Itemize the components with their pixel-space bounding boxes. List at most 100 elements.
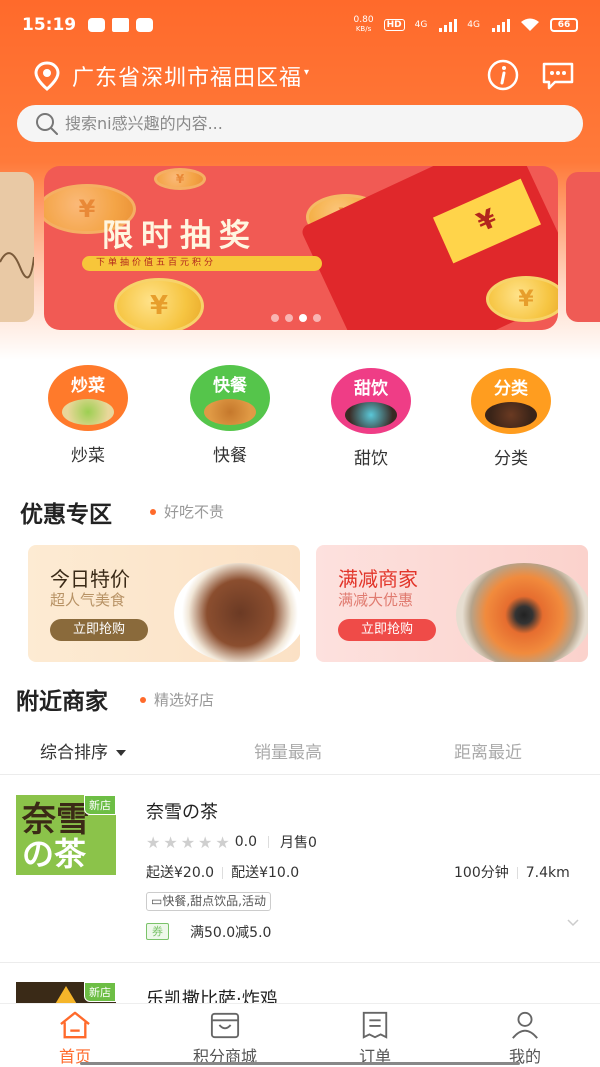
promo-title: 今日特价 (50, 567, 130, 591)
category-label: 分类 (494, 449, 528, 469)
signal-1-icon (439, 18, 458, 32)
monthly-sales: 月售0 (279, 835, 317, 851)
rating-stars: ★ ★ ★ ★ ★ 0.0 月售0 (146, 832, 317, 852)
carousel-dot[interactable] (313, 314, 321, 322)
mall-icon (210, 1012, 240, 1039)
net-speed: 0.80 KB/s (354, 16, 374, 34)
delivery-fee: 配送¥10.0 (231, 865, 300, 881)
hd-badge: HD (383, 19, 405, 31)
bullet-dot (140, 696, 146, 703)
nav-points-mall[interactable]: 积分商城 (150, 1004, 300, 1067)
category-label: 快餐 (213, 446, 247, 466)
min-order: 起送¥20.0 (146, 865, 215, 881)
promo-banner[interactable]: ¥ ¥ ¥ ¥ ¥ ¥ 限时抽奖 下单抽价值五百元积分 (44, 166, 558, 330)
net-speed-unit: KB/s (355, 25, 372, 33)
buy-now-button[interactable]: 立即抢购 (338, 619, 436, 641)
steak-image (174, 563, 300, 662)
banner-subtitle: 下单抽价值五百元积分 (82, 256, 322, 271)
caret-down-icon (116, 750, 126, 756)
nearby-section-subtitle: 精选好店 (140, 689, 214, 710)
banner-prev-slide[interactable] (0, 172, 34, 322)
tag-icon: ▭ (151, 894, 163, 908)
new-shop-badge: 新店 (84, 982, 116, 1002)
delivery-info: 起送¥20.0 配送¥10.0 (146, 862, 299, 882)
shop-logo-text: の茶 (22, 835, 87, 873)
category-badge: 分类 (494, 379, 528, 399)
status-bar: 15:19 0.80 KB/s HD 4G 4G 66 (0, 0, 600, 50)
sort-tab-distance[interactable]: 距离最近 (454, 738, 522, 763)
search-input[interactable] (65, 114, 545, 133)
category-stir-fry[interactable]: 炒菜 炒菜 (38, 365, 138, 466)
coin-decoration: ¥ (154, 168, 206, 190)
subtitle-text: 好吃不贵 (164, 503, 225, 521)
delivery-time: 100分钟 (454, 865, 509, 881)
shop-tags: ▭快餐,甜点饮品,活动 (146, 892, 271, 911)
carousel-dot-active[interactable] (299, 314, 307, 322)
banner-next-slide[interactable] (566, 172, 600, 322)
status-time: 15:19 (22, 15, 77, 35)
battery-icon: 66 (550, 18, 578, 32)
buy-now-button[interactable]: 立即抢购 (50, 619, 148, 641)
search-bar[interactable] (17, 105, 583, 142)
wechat-notification-icon (136, 18, 154, 32)
category-badge: 快餐 (213, 376, 247, 396)
home-indicator (80, 1062, 520, 1065)
nearby-section-title: 附近商家 (16, 689, 108, 715)
notification-icons (88, 18, 154, 32)
sort-tab-label: 综合排序 (40, 743, 108, 763)
food-image (345, 402, 397, 428)
star-icon: ★ (198, 832, 213, 852)
star-icon: ★ (163, 832, 178, 852)
food-image (62, 399, 114, 425)
category-badge: 炒菜 (71, 376, 105, 396)
sort-tab-sales[interactable]: 销量最高 (254, 738, 322, 763)
info-icon[interactable] (486, 58, 520, 92)
message-notification-icon (88, 18, 106, 32)
category-all[interactable]: 分类 分类 (461, 368, 561, 469)
category-badge: 甜饮 (354, 379, 388, 399)
nav-orders[interactable]: 订单 (300, 1004, 450, 1067)
nav-home[interactable]: 首页 (0, 1004, 150, 1067)
chevron-down-icon: ▾ (304, 66, 310, 78)
banner-title: 限时抽奖 (102, 218, 258, 254)
coin-decoration: ¥ (114, 278, 204, 330)
category-desserts[interactable]: 甜饮 甜饮 (321, 368, 421, 469)
subtitle-text: 精选好店 (154, 691, 215, 709)
rating-value: 0.0 (234, 834, 257, 850)
sort-tab-default[interactable]: 综合排序 (40, 738, 126, 763)
home-icon (60, 1011, 90, 1039)
order-icon (362, 1011, 388, 1039)
bottom-nav: 首页 积分商城 订单 我的 (0, 1003, 600, 1067)
promo-card-discount-shops[interactable]: 满减商家 满减大优惠 立即抢购 (316, 545, 588, 662)
expand-chevron-icon[interactable] (566, 918, 580, 928)
shop-tags-text: 快餐,甜点饮品,活动 (162, 894, 266, 908)
nav-profile[interactable]: 我的 (450, 1004, 600, 1067)
search-icon (36, 112, 58, 135)
app-notification-icon (112, 18, 130, 32)
category-fast-food[interactable]: 快餐 快餐 (180, 365, 280, 466)
food-image (485, 402, 537, 428)
category-label: 炒菜 (71, 446, 105, 466)
coupon-text: 满50.0减5.0 (190, 925, 272, 941)
distance: 7.4km (525, 865, 570, 881)
new-shop-badge: 新店 (84, 795, 116, 815)
carousel-dot[interactable] (285, 314, 293, 322)
location-pin-icon (34, 61, 60, 91)
star-icon: ★ (146, 832, 161, 852)
delivery-eta: 100分钟 7.4km (454, 862, 570, 882)
shop-name[interactable]: 奈雪の茶 (146, 798, 218, 824)
discount-section-title: 优惠专区 (20, 502, 112, 528)
dessert-icon: 甜饮 (331, 368, 411, 434)
signal-1-label: 4G (414, 20, 428, 30)
crab-image (456, 563, 588, 662)
bullet-dot (150, 508, 156, 515)
shop-logo[interactable]: 奈雪 の茶 新店 (16, 795, 116, 875)
food-image (204, 399, 256, 425)
promo-card-daily-deal[interactable]: 今日特价 超人气美食 立即抢购 (28, 545, 300, 662)
discount-section-subtitle: 好吃不贵 (150, 501, 224, 522)
carousel-dot[interactable] (271, 314, 279, 322)
fast-food-icon: 快餐 (190, 365, 270, 431)
message-icon[interactable] (541, 58, 575, 92)
separator (516, 866, 518, 879)
net-speed-value: 0.80 (353, 15, 374, 25)
